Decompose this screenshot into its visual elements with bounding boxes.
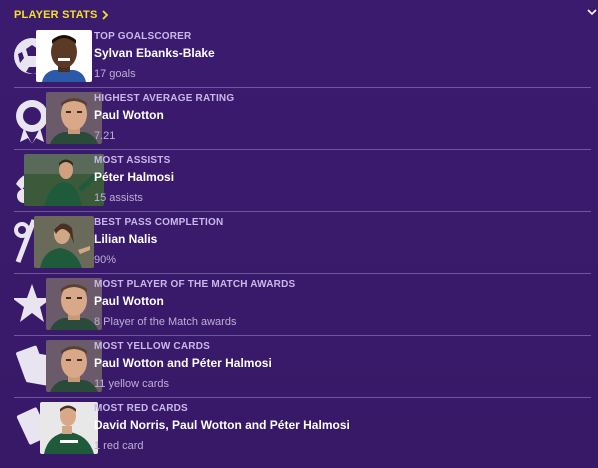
stat-value: 7.21 [94, 130, 116, 142]
player-photo[interactable] [24, 154, 104, 206]
stat-category: MOST PLAYER OF THE MATCH AWARDS [94, 279, 296, 290]
chevron-right-icon [101, 9, 111, 21]
player-name-link[interactable]: Lilian Nalis [94, 229, 587, 249]
stat-value: 1 red card [94, 440, 144, 452]
stat-value: 11 yellow cards [94, 378, 169, 390]
player-name-link[interactable]: Paul Wotton [94, 291, 587, 311]
player-name-link[interactable]: Paul Wotton and Péter Halmosi [94, 353, 587, 373]
player-name-link[interactable]: David Norris, Paul Wotton and Péter Halm… [94, 415, 587, 435]
player-photo[interactable] [40, 402, 98, 454]
player-photo[interactable] [34, 216, 94, 268]
player-name-link[interactable]: Sylvan Ebanks-Blake [94, 43, 587, 63]
collapse-button[interactable] [586, 5, 598, 19]
chevron-down-icon [587, 3, 597, 21]
stat-value: 17 goals [94, 68, 136, 80]
stat-category: BEST PASS COMPLETION [94, 217, 224, 228]
player-photo[interactable] [36, 30, 92, 82]
stat-category: MOST RED CARDS [94, 403, 188, 414]
stat-category: MOST YELLOW CARDS [94, 341, 210, 352]
player-name-link[interactable]: Péter Halmosi [94, 167, 587, 187]
stats-list: TOP GOALSCORER Sylvan Ebanks-Blake 17 go… [14, 26, 591, 460]
stat-row-most-yellow-cards[interactable]: MOST YELLOW CARDS Paul Wotton and Péter … [14, 336, 591, 398]
stat-row-top-goalscorer[interactable]: TOP GOALSCORER Sylvan Ebanks-Blake 17 go… [14, 26, 591, 88]
stat-value: 8 Player of the Match awards [94, 316, 237, 328]
stat-row-most-player-of-the-match-awards[interactable]: MOST PLAYER OF THE MATCH AWARDS Paul Wot… [14, 274, 591, 336]
player-stats-header-link[interactable]: PLAYER STATS [14, 7, 111, 23]
stat-category: HIGHEST AVERAGE RATING [94, 93, 235, 104]
stat-category: TOP GOALSCORER [94, 31, 192, 42]
stat-row-highest-average-rating[interactable]: HIGHEST AVERAGE RATING Paul Wotton 7.21 [14, 88, 591, 150]
stat-value: 90% [94, 254, 117, 266]
stat-category: MOST ASSISTS [94, 155, 171, 166]
stat-row-most-assists[interactable]: MOST ASSISTS Péter Halmosi 15 assists [14, 150, 591, 212]
player-name-link[interactable]: Paul Wotton [94, 105, 587, 125]
stat-value: 15 assists [94, 192, 143, 204]
player-stats-panel: PLAYER STATS TOP GOALSCORER Sylvan Ebank… [0, 0, 598, 468]
stat-row-best-pass-completion[interactable]: BEST PASS COMPLETION Lilian Nalis 90% [14, 212, 591, 274]
panel-title: PLAYER STATS [14, 9, 98, 21]
stat-row-most-red-cards[interactable]: MOST RED CARDS David Norris, Paul Wotton… [14, 398, 591, 460]
